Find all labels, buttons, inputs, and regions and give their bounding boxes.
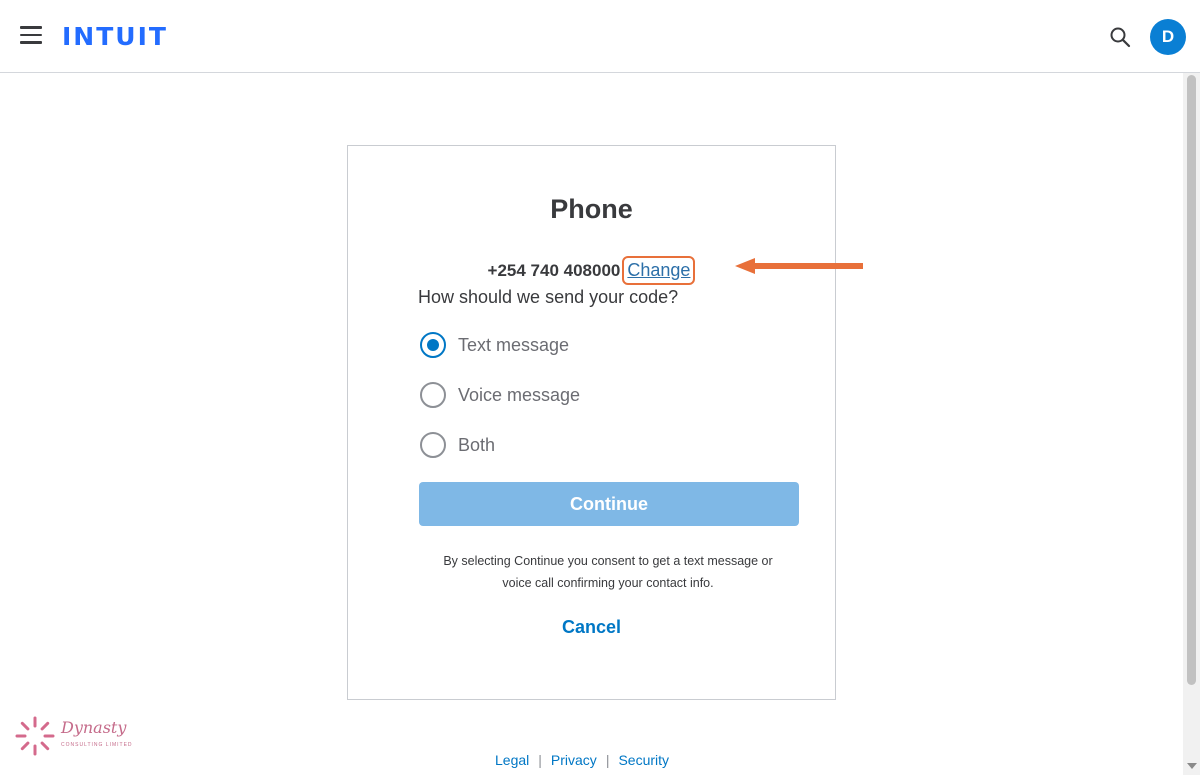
menu-icon[interactable] xyxy=(20,26,44,46)
top-header: INTUIT D xyxy=(0,0,1200,73)
arrow-left-icon xyxy=(735,258,863,274)
continue-button[interactable]: Continue xyxy=(419,482,799,526)
footer-legal-link[interactable]: Legal xyxy=(495,752,529,768)
option-both[interactable]: Both xyxy=(420,432,495,458)
search-icon[interactable] xyxy=(1108,25,1132,49)
footer-privacy-link[interactable]: Privacy xyxy=(551,752,597,768)
text-message-radio[interactable] xyxy=(420,332,446,358)
dynasty-watermark: Dynasty CONSULTING LIMITED xyxy=(13,714,132,762)
send-method-question: How should we send your code? xyxy=(418,287,679,307)
both-label: Both xyxy=(458,434,496,455)
scroll-down-arrow-icon[interactable] xyxy=(1187,763,1197,769)
dynasty-logo-icon xyxy=(15,716,55,756)
option-text-message[interactable]: Text message xyxy=(420,332,569,358)
both-radio[interactable] xyxy=(420,432,446,458)
voice-message-label: Voice message xyxy=(458,384,581,405)
consent-line-2: voice call confirming your contact info. xyxy=(502,576,714,590)
phone-number: +254 740 408000 xyxy=(487,261,621,280)
text-message-label: Text message xyxy=(458,334,570,355)
vertical-scrollbar[interactable] xyxy=(1183,73,1200,775)
watermark-subtitle: CONSULTING LIMITED xyxy=(61,742,133,748)
page-title: Phone xyxy=(550,194,633,224)
footer-security-link[interactable]: Security xyxy=(618,752,669,768)
user-avatar[interactable]: D xyxy=(1150,19,1186,55)
change-phone-link[interactable]: Change xyxy=(622,256,696,285)
footer-links: Legal | Privacy | Security xyxy=(495,752,670,768)
phone-verification-card: Phone +254 740 408000 Change How should w… xyxy=(347,145,836,700)
consent-line-1: By selecting Continue you consent to get… xyxy=(443,554,773,568)
voice-message-radio[interactable] xyxy=(420,382,446,408)
intuit-logo[interactable]: INTUIT xyxy=(62,22,168,51)
cancel-link[interactable]: Cancel xyxy=(348,617,835,638)
watermark-name: Dynasty xyxy=(61,718,127,737)
scroll-thumb[interactable] xyxy=(1187,75,1196,685)
consent-text: By selecting Continue you consent to get… xyxy=(408,550,808,594)
option-voice-message[interactable]: Voice message xyxy=(420,382,580,408)
